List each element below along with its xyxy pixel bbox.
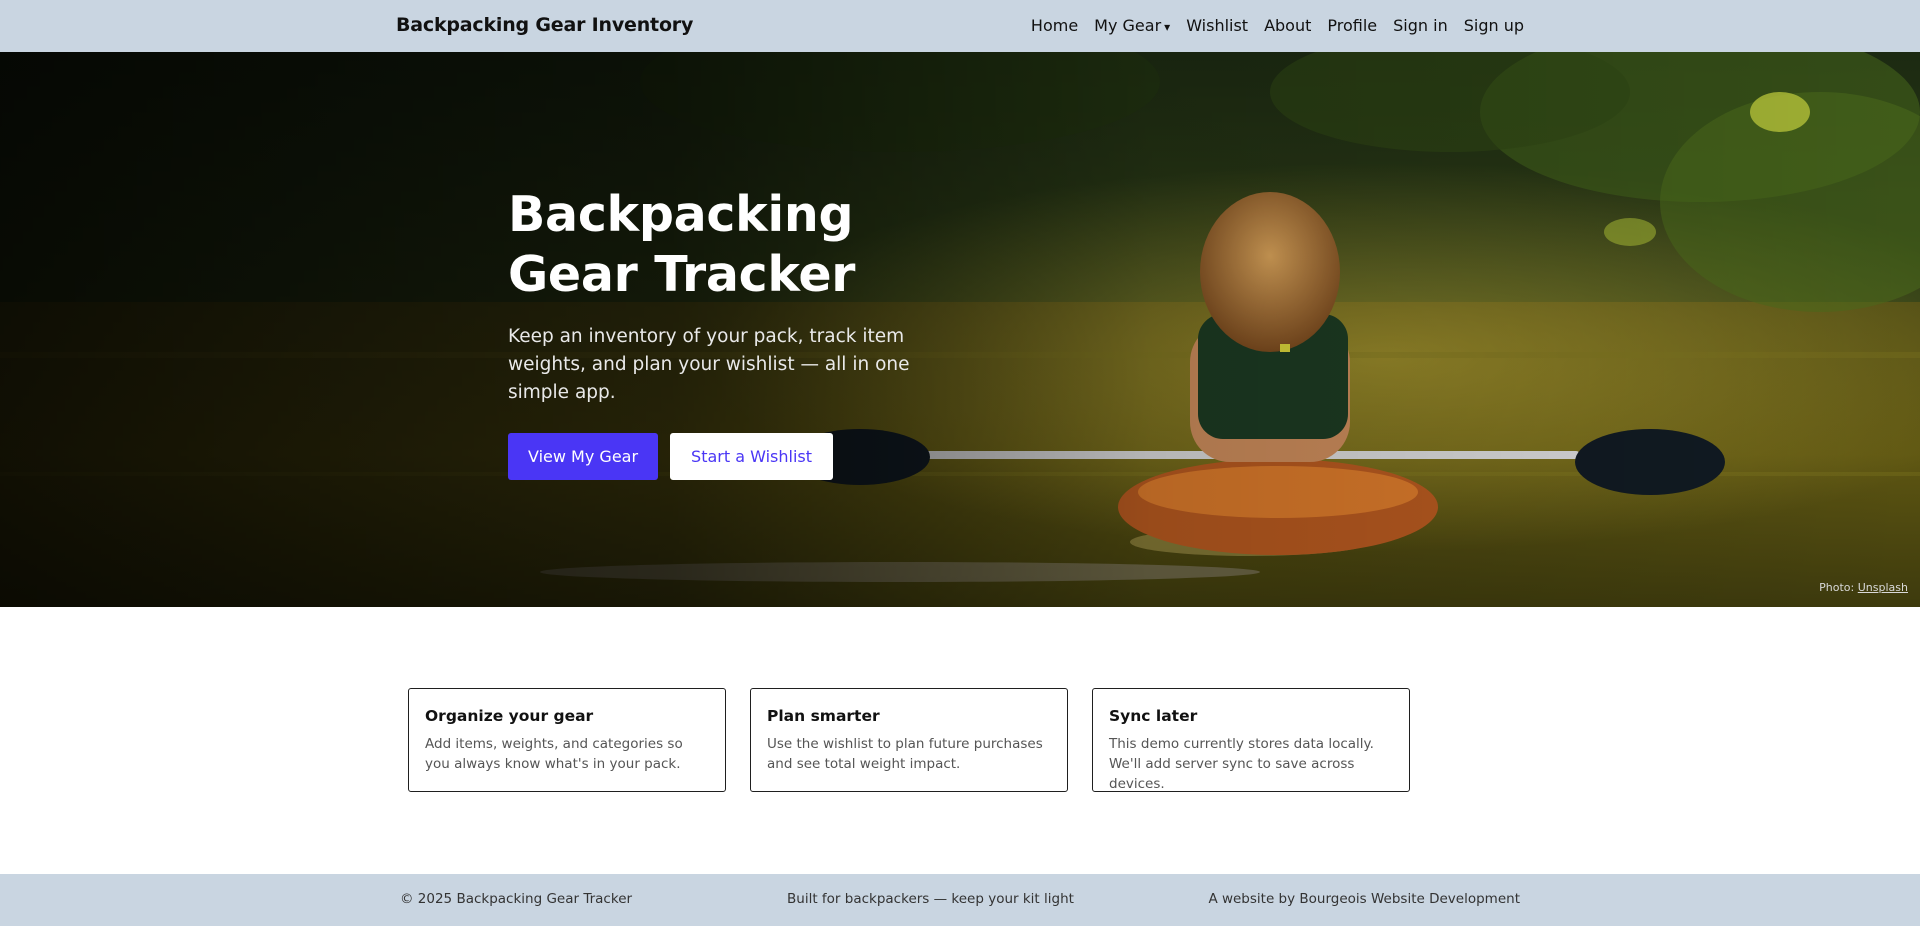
hero-button-group: View My Gear Start a Wishlist (508, 433, 948, 480)
footer-credit: A website by Bourgeois Website Developme… (1208, 891, 1520, 907)
nav-home-link[interactable]: Home (1031, 16, 1078, 35)
start-wishlist-button[interactable]: Start a Wishlist (670, 433, 833, 480)
nav-my-gear-dropdown[interactable]: My Gear ▾ (1094, 16, 1170, 35)
hero-content: Backpacking Gear Tracker Keep an invento… (508, 185, 948, 480)
feature-card-text: Add items, weights, and categories so yo… (425, 736, 683, 772)
nav-links: Home My Gear ▾ Wishlist About Profile Sig… (1031, 16, 1524, 35)
nav-about-link[interactable]: About (1264, 16, 1311, 35)
nav-sign-in-link[interactable]: Sign in (1393, 16, 1448, 35)
hero-title: Backpacking Gear Tracker (508, 186, 856, 303)
nav-my-gear-label: My Gear (1094, 16, 1162, 35)
hero-section: Backpacking Gear Tracker Keep an invento… (0, 52, 1920, 607)
feature-card-text: This demo currently stores data locally.… (1109, 736, 1374, 792)
feature-card-title: Sync later (1109, 707, 1198, 725)
photo-credit: Photo: Unsplash (1819, 581, 1908, 594)
page-footer: © 2025 Backpacking Gear Tracker Built fo… (0, 874, 1920, 926)
nav-wishlist-link[interactable]: Wishlist (1186, 16, 1248, 35)
chevron-down-icon: ▾ (1164, 20, 1171, 34)
hero-subtitle: Keep an inventory of your pack, track it… (508, 326, 910, 403)
hero-background-photo (0, 52, 1920, 607)
view-my-gear-button[interactable]: View My Gear (508, 433, 659, 480)
photo-credit-prefix: Photo: (1819, 581, 1855, 594)
feature-card-organize: Organize your gear Add items, weights, a… (408, 688, 726, 792)
nav-profile-link[interactable]: Profile (1327, 16, 1377, 35)
feature-card-plan: Plan smarter Use the wishlist to plan fu… (750, 688, 1068, 792)
feature-card-sync: Sync later This demo currently stores da… (1092, 688, 1410, 792)
feature-card-title: Organize your gear (425, 707, 594, 725)
features-section: Organize your gear Add items, weights, a… (408, 688, 1410, 792)
nav-sign-up-link[interactable]: Sign up (1464, 16, 1524, 35)
footer-copyright: © 2025 Backpacking Gear Tracker (400, 891, 633, 907)
brand-link[interactable]: Backpacking Gear Inventory (396, 14, 693, 36)
unsplash-link[interactable]: Unsplash (1858, 581, 1908, 594)
feature-card-text: Use the wishlist to plan future purchase… (767, 736, 1043, 772)
feature-card-title: Plan smarter (767, 707, 880, 725)
top-navbar: Backpacking Gear Inventory Home My Gear ▾… (0, 0, 1920, 52)
footer-tagline: Built for backpackers — keep your kit li… (787, 891, 1074, 907)
